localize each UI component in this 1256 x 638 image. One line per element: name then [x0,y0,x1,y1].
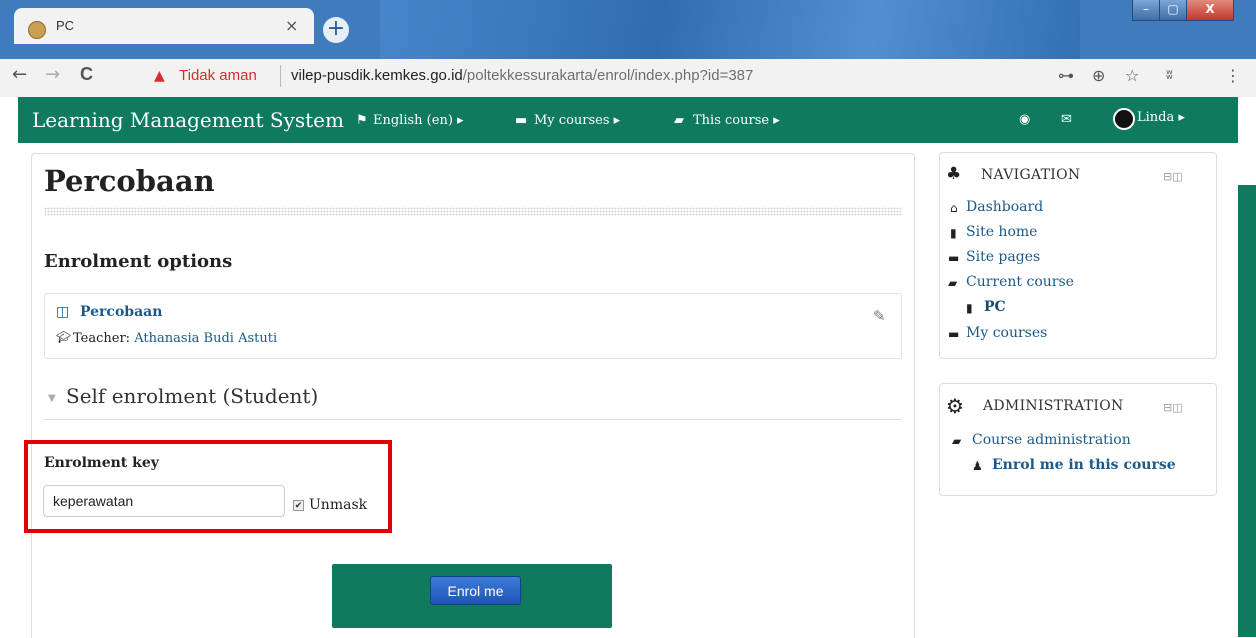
flag-icon: ⚑ [356,113,368,128]
user-name: Linda [1137,110,1175,125]
enrolment-key-input[interactable]: keperawatan [43,485,285,517]
nav-item-site-pages[interactable]: Site pages [966,249,1040,265]
user-menu[interactable]: Linda ▸ [1137,110,1185,125]
navigation-title: NAVIGATION [981,167,1081,183]
unmask-checkbox[interactable]: ✔ [293,500,304,511]
message-icon[interactable]: ✉ [1061,112,1072,127]
enrolment-options-heading: Enrolment options [44,251,233,272]
collapse-triangle-icon[interactable]: ▼ [48,393,56,404]
page-title: Percobaan [44,164,215,198]
security-warning-text[interactable]: Tidak aman [179,67,257,84]
warning-icon: ▲ [154,68,165,84]
language-menu[interactable]: English (en) ▸ [373,113,464,128]
admin-item-course-administration[interactable]: Course administration [972,432,1131,448]
block-controls-icon[interactable]: ⊟◫ [1163,401,1183,414]
url-text[interactable]: vilep-pusdik.kemkes.go.id/poltekkessurak… [291,67,753,84]
my-courses-menu[interactable]: My courses ▸ [534,113,620,128]
address-separator [280,65,281,87]
title-divider [44,207,902,216]
nav-item-my-courses[interactable]: My courses [966,325,1047,341]
teacher-link[interactable]: Athanasia Budi Astuti [134,331,277,346]
enrol-me-button[interactable]: Enrol me [430,576,521,605]
my-courses-label: My courses [534,113,610,128]
site-favicon-icon [28,21,46,39]
zoom-icon[interactable]: ⊕ [1092,66,1105,85]
language-label: English (en) [373,113,453,128]
menu-icon[interactable]: ⋮ [1225,66,1241,85]
nav-item-pc[interactable]: PC [984,299,1006,315]
page-scrollbar[interactable] [1238,185,1256,637]
new-tab-button[interactable]: + [323,17,349,43]
tab-close-icon[interactable]: × [285,16,298,35]
notification-icon[interactable]: ◉ [1019,112,1030,127]
edit-icon[interactable]: ✎ [873,307,886,325]
graduation-cap-icon: 🎓︎ [56,330,72,344]
user-icon: ♟ [972,459,983,473]
this-course-label: This course [693,113,770,128]
extension-icon[interactable]: ʬ [1166,68,1173,83]
key-icon[interactable]: ⊶ [1058,66,1074,85]
course-link[interactable]: Percobaan [80,304,162,320]
star-icon[interactable]: ☆ [1125,66,1139,85]
gears-icon: ⚙ [946,394,964,418]
this-course-menu[interactable]: This course ▸ [693,113,780,128]
briefcase-icon: ▬ [515,113,528,128]
site-brand[interactable]: Learning Management System [32,108,344,132]
avatar[interactable] [1113,108,1135,130]
sitemap-icon: ♣ [946,164,962,184]
nav-item-current-course[interactable]: Current course [966,274,1074,290]
folder-icon: ▬ [948,251,960,265]
url-path: /poltekkessurakarta/enrol/index.php?id=3… [462,67,754,84]
folder-open-icon: ▰ [952,434,962,448]
enrolment-key-label: Enrolment key [44,455,159,471]
folder-icon: ▬ [948,327,960,341]
book-icon: ▰ [674,113,684,128]
nav-item-site-home[interactable]: Site home [966,224,1037,240]
window-close-button[interactable]: X [1186,0,1234,21]
folder-open-icon: ▰ [948,276,958,290]
window-minimize-button[interactable]: – [1132,0,1160,21]
tab-title: PC [56,18,75,33]
course-info-box [44,293,902,359]
admin-item-enrol-me[interactable]: Enrol me in this course [992,457,1176,473]
nav-item-dashboard[interactable]: Dashboard [966,199,1043,215]
file-icon: ▮ [966,301,973,315]
file-icon: ▮ [950,226,957,240]
block-controls-icon[interactable]: ⊟◫ [1163,170,1183,183]
home-icon: ⌂ [950,201,958,215]
enrolment-key-value: keperawatan [53,493,134,509]
teacher-line: Teacher: Athanasia Budi Astuti [73,331,277,346]
unmask-label[interactable]: Unmask [309,497,367,513]
administration-title: ADMINISTRATION [983,398,1124,414]
reload-button[interactable]: C [80,64,93,85]
self-enrolment-heading[interactable]: Self enrolment (Student) [66,384,318,408]
teacher-label: Teacher: [73,331,135,346]
url-host: vilep-pusdik.kemkes.go.id [291,67,463,84]
window-maximize-button[interactable]: ▢ [1159,0,1187,21]
forward-button[interactable]: → [45,64,60,85]
section-divider [44,419,902,420]
map-icon: ◫ [56,304,70,320]
back-button[interactable]: ← [12,64,27,85]
